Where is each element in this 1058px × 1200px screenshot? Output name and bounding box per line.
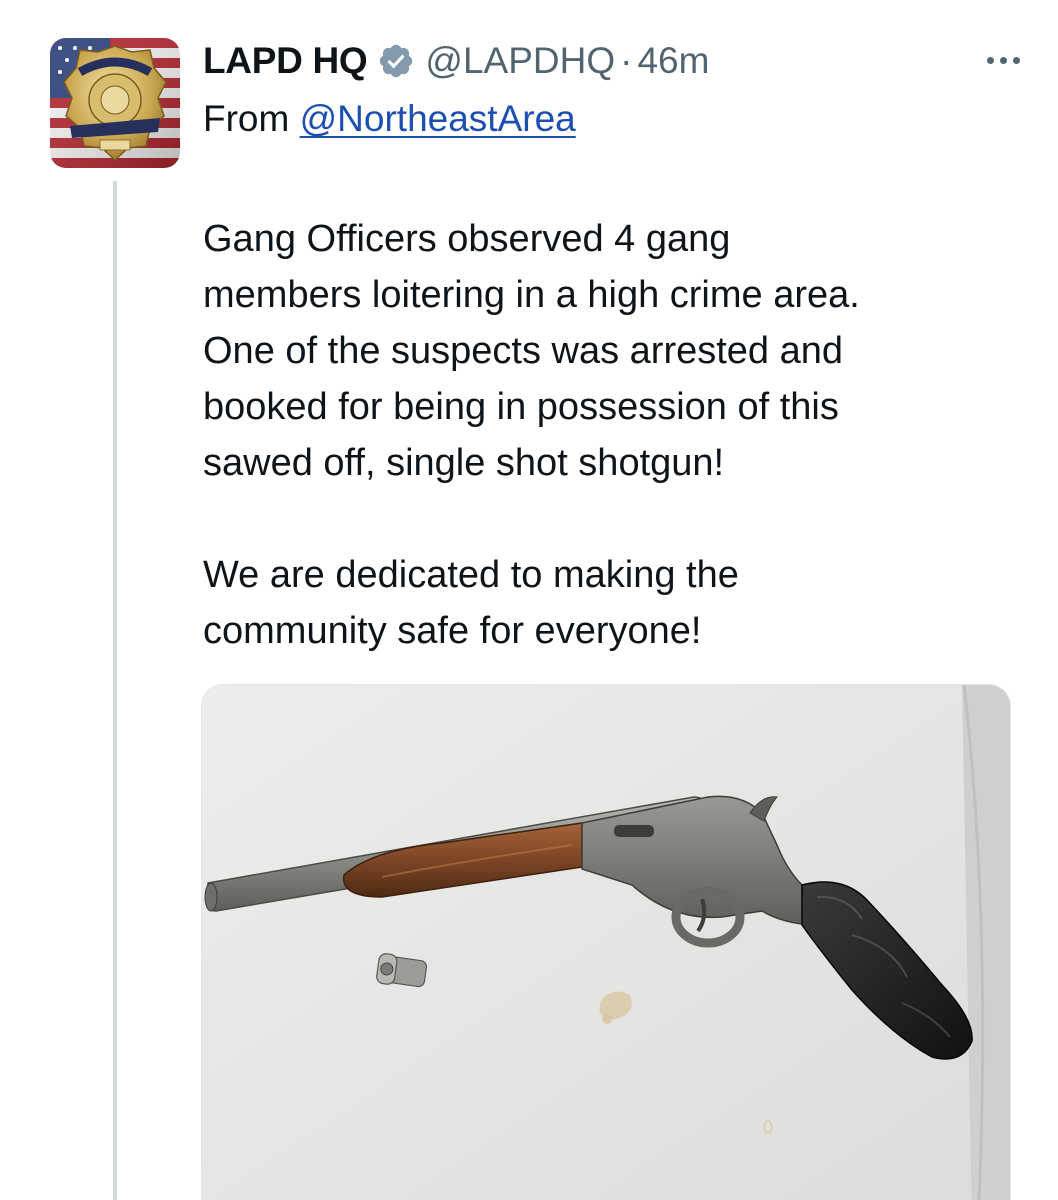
timestamp[interactable]: 46m xyxy=(637,38,709,84)
verified-badge-icon[interactable] xyxy=(377,42,415,80)
tweet-text-line: sawed off, single shot shotgun! xyxy=(203,442,725,484)
tweet-view: LAPD HQ @LAPDHQ · 46m From @NortheastAre… xyxy=(0,0,1058,1200)
from-line: From @NortheastArea xyxy=(203,96,576,142)
tweet-text-line: community safe for everyone! xyxy=(203,610,702,652)
tweet-text-line: members loitering in a high crime area. xyxy=(203,274,860,316)
from-prefix: From xyxy=(203,98,290,139)
tweet-text-line: We are dedicated to making the xyxy=(203,554,739,596)
lapd-badge-avatar-image xyxy=(50,38,180,168)
thread-line xyxy=(113,181,117,1200)
more-dots-icon[interactable] xyxy=(978,40,1028,80)
author-handle[interactable]: @LAPDHQ xyxy=(425,38,615,84)
shotgun-photo-image xyxy=(202,685,1010,1200)
tweet-text: Gang Officers observed 4 gang members lo… xyxy=(203,211,1003,659)
tweet-photo[interactable] xyxy=(201,684,1011,1200)
tweet-header: LAPD HQ @LAPDHQ · 46m xyxy=(203,38,709,84)
tweet-text-line: booked for being in possession of this xyxy=(203,386,839,428)
from-account-link[interactable]: @NortheastArea xyxy=(300,98,576,139)
display-name[interactable]: LAPD HQ xyxy=(203,38,368,84)
separator-dot: · xyxy=(620,40,633,81)
avatar[interactable] xyxy=(50,38,180,168)
tweet-text-line: One of the suspects was arrested and xyxy=(203,330,844,372)
tweet-text-line: Gang Officers observed 4 gang xyxy=(203,218,731,260)
